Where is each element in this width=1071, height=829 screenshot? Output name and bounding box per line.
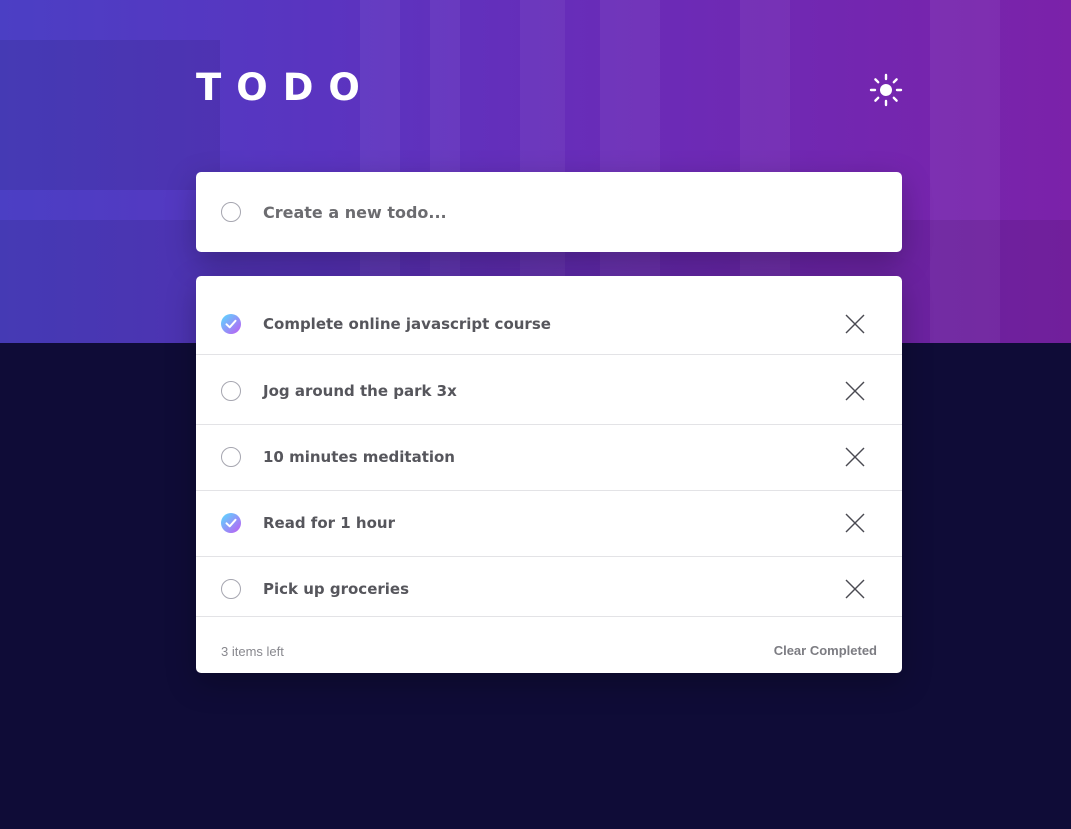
- close-icon: [845, 447, 865, 467]
- new-todo-checkbox[interactable]: [221, 202, 241, 222]
- theme-toggle-button[interactable]: [868, 72, 904, 108]
- delete-todo-button[interactable]: [844, 512, 866, 534]
- sun-icon: [869, 73, 903, 107]
- todo-item[interactable]: 10 minutes meditation: [196, 424, 902, 491]
- delete-todo-button[interactable]: [844, 380, 866, 402]
- delete-todo-button[interactable]: [844, 446, 866, 468]
- close-icon: [845, 513, 865, 533]
- close-icon: [845, 381, 865, 401]
- todo-checkbox[interactable]: [221, 381, 241, 401]
- close-icon: [845, 314, 865, 334]
- check-icon: [225, 319, 237, 329]
- close-icon: [845, 579, 865, 599]
- clear-completed-button[interactable]: Clear Completed: [774, 643, 877, 658]
- todo-item[interactable]: Read for 1 hour: [196, 490, 902, 557]
- items-left-count: 3 items left: [221, 644, 284, 659]
- todo-item[interactable]: Pick up groceries: [196, 556, 902, 617]
- delete-todo-button[interactable]: [844, 313, 866, 335]
- todo-text: Read for 1 hour: [263, 514, 395, 532]
- todo-checkbox[interactable]: [221, 513, 241, 533]
- todo-text: Jog around the park 3x: [263, 382, 457, 400]
- todo-text: Pick up groceries: [263, 580, 410, 598]
- todo-text: 10 minutes meditation: [263, 448, 455, 466]
- todo-checkbox[interactable]: [221, 579, 241, 599]
- todo-checkbox[interactable]: [221, 447, 241, 467]
- new-todo-input[interactable]: [263, 196, 863, 228]
- app-title: TODO: [196, 66, 375, 109]
- delete-todo-button[interactable]: [844, 578, 866, 600]
- new-todo-card: [196, 172, 902, 252]
- list-footer: 3 items left Clear Completed: [196, 616, 902, 673]
- todo-item[interactable]: Jog around the park 3x: [196, 358, 902, 425]
- todo-checkbox[interactable]: [221, 314, 241, 334]
- todo-text: Complete online javascript course: [263, 315, 551, 333]
- check-icon: [225, 518, 237, 528]
- todo-item[interactable]: Complete online javascript course: [196, 292, 902, 355]
- todo-list: Complete online javascript course Jog aro…: [196, 276, 902, 673]
